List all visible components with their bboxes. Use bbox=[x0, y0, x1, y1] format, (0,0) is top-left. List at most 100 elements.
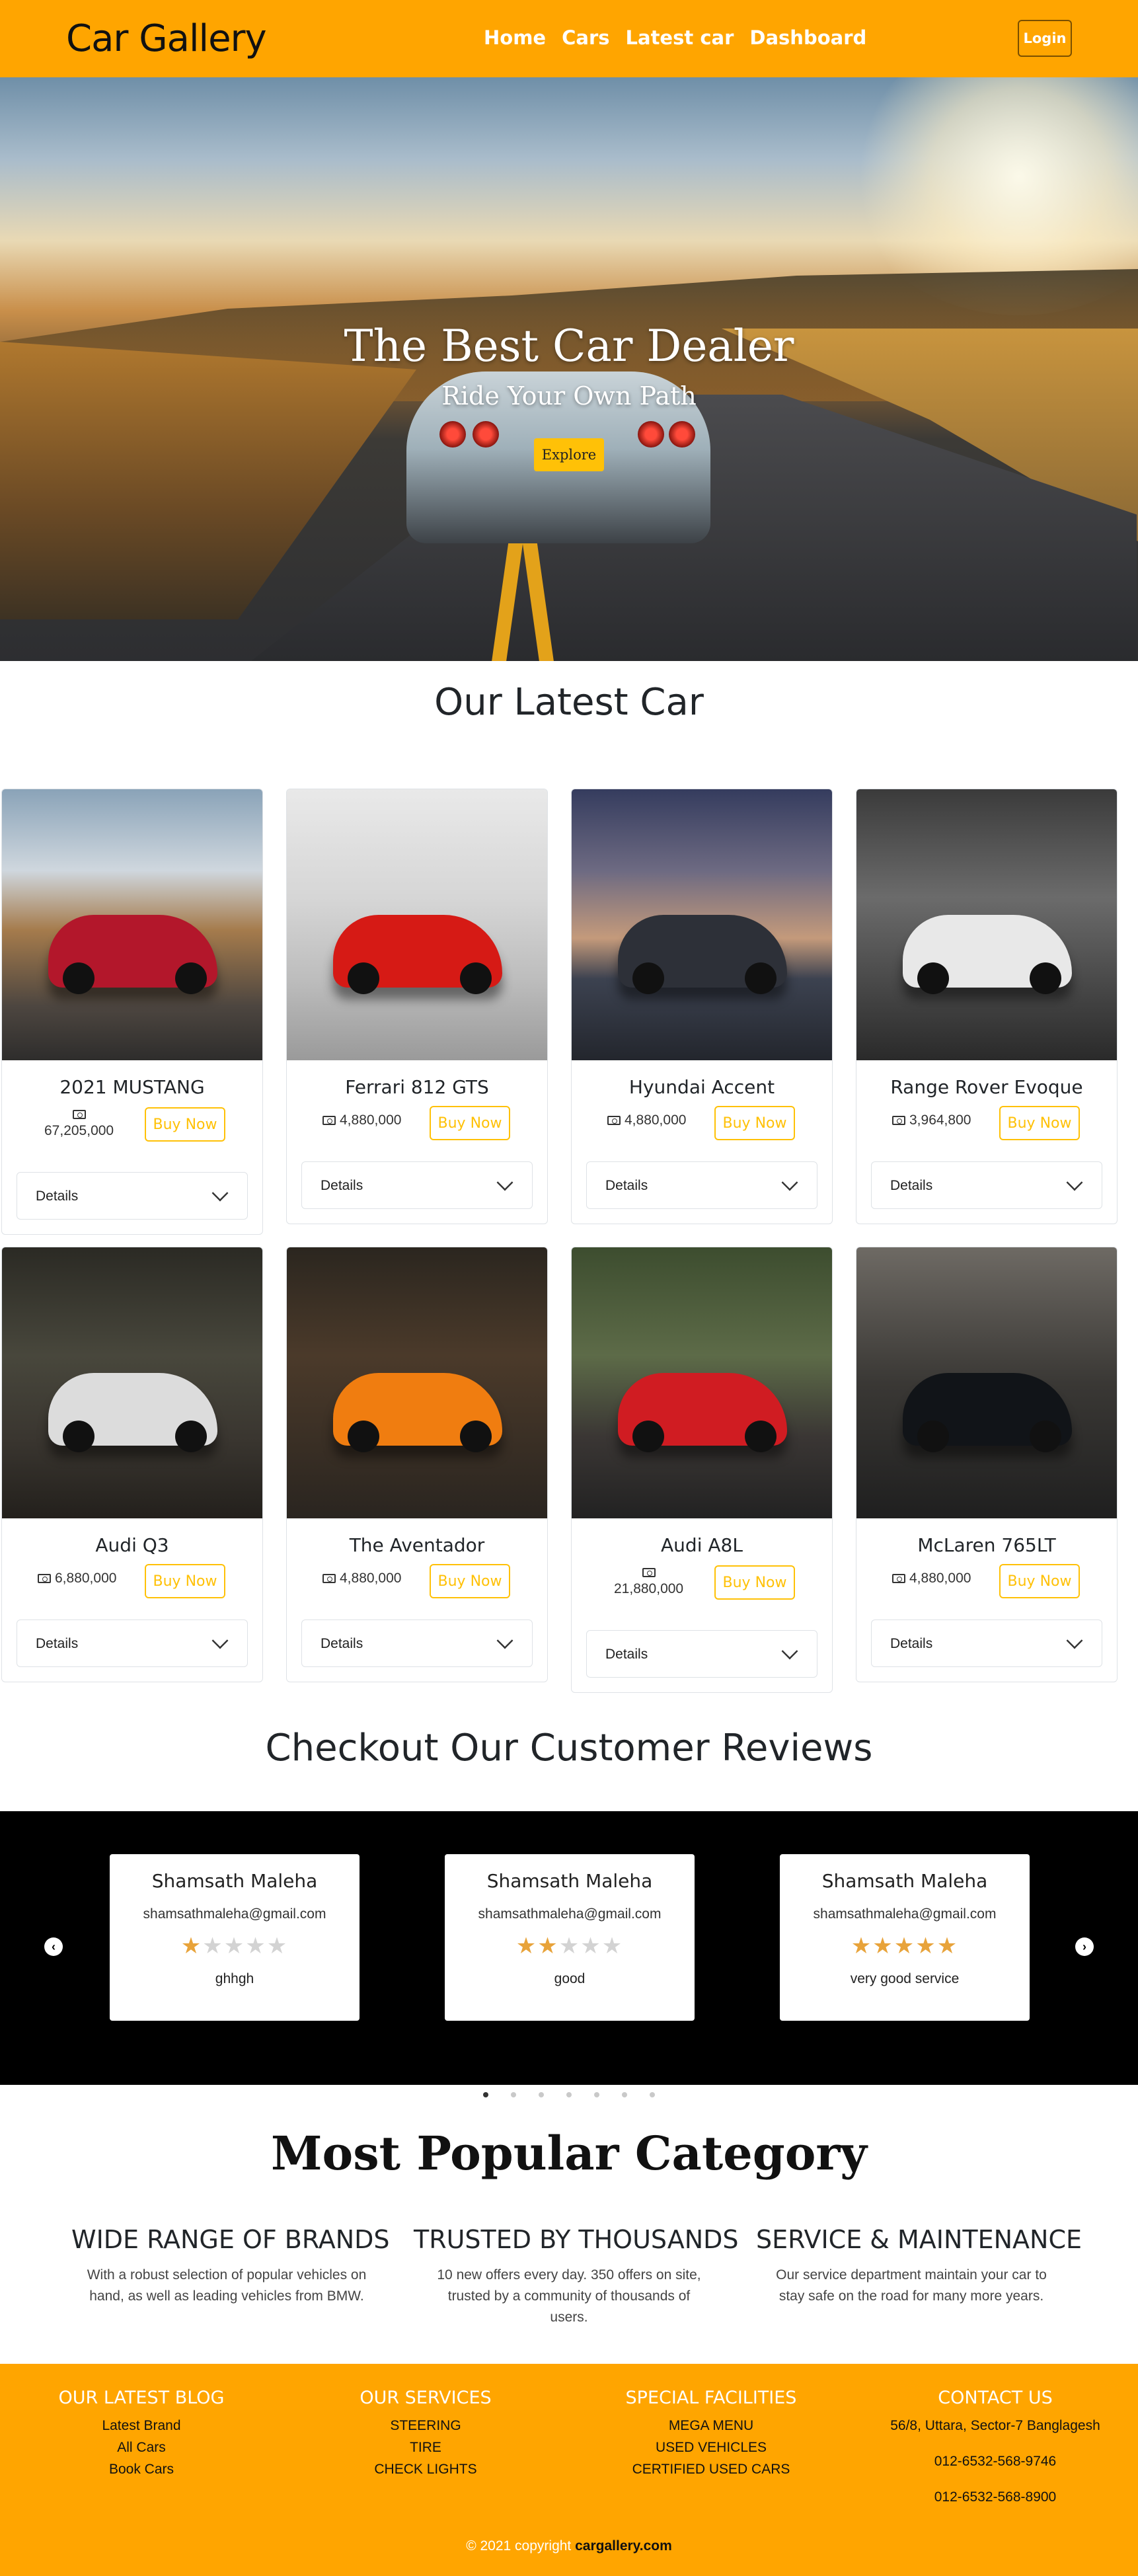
rating-stars: ★★★★★ bbox=[445, 1933, 695, 1959]
buy-now-button[interactable]: Buy Now bbox=[430, 1106, 510, 1140]
footer-link[interactable]: Book Cars bbox=[3, 2458, 280, 2480]
money-icon bbox=[642, 1568, 656, 1577]
footer-link[interactable]: All Cars bbox=[3, 2437, 280, 2458]
category-service: SERVICE & MAINTENANCE Our service depart… bbox=[756, 2225, 1082, 2307]
star-icon: ★ bbox=[872, 1933, 894, 1959]
buy-now-button[interactable]: Buy Now bbox=[714, 1565, 795, 1600]
car-image bbox=[2, 1247, 262, 1518]
car-wheel bbox=[745, 962, 777, 994]
car-price: 21,880,000 bbox=[614, 1568, 683, 1597]
nav-latest-car[interactable]: Latest car bbox=[626, 26, 734, 49]
car-card-body: Hyundai Accent 4,880,000 Buy Now Details bbox=[572, 1060, 832, 1209]
buy-now-button[interactable]: Buy Now bbox=[145, 1107, 225, 1142]
footer-link[interactable]: Latest Brand bbox=[3, 2415, 280, 2437]
footer-facilities: SPECIAL FACILITIES MEGA MENU USED VEHICL… bbox=[572, 2388, 850, 2480]
car-wheel bbox=[63, 962, 95, 994]
copyright: © 2021 copyright cargallery.com bbox=[0, 2538, 1138, 2554]
car-card: Range Rover Evoque 3,964,800 Buy Now Det… bbox=[856, 789, 1118, 1224]
latest-car-title: Our Latest Car bbox=[434, 681, 704, 724]
nav-home[interactable]: Home bbox=[484, 26, 546, 49]
star-icon: ★ bbox=[851, 1933, 873, 1959]
chevron-down-icon bbox=[1066, 1632, 1083, 1649]
car-image bbox=[287, 789, 547, 1060]
buy-now-button[interactable]: Buy Now bbox=[999, 1564, 1080, 1598]
contact-phone: 012-6532-568-8900 bbox=[934, 2489, 1057, 2505]
buy-now-button[interactable]: Buy Now bbox=[430, 1564, 510, 1598]
copyright-site-link[interactable]: cargallery.com bbox=[575, 2538, 672, 2554]
car-name: Ferrari 812 GTS bbox=[345, 1076, 489, 1098]
car-price-value: 6,880,000 bbox=[55, 1571, 117, 1586]
car-price: 4,880,000 bbox=[322, 1112, 401, 1128]
car-wheel bbox=[175, 962, 207, 994]
car-name: Range Rover Evoque bbox=[890, 1076, 1083, 1098]
reviews-carousel: ‹ › Shamsath Maleha shamsathmaleha@gmail… bbox=[0, 1811, 1138, 2085]
car-image bbox=[572, 1247, 832, 1518]
details-dropdown[interactable]: Details bbox=[301, 1620, 533, 1667]
car-wheel bbox=[175, 1421, 207, 1452]
car-image bbox=[572, 789, 832, 1060]
car-card: Ferrari 812 GTS 4,880,000 Buy Now Detail… bbox=[286, 789, 548, 1224]
details-dropdown[interactable]: Details bbox=[586, 1630, 817, 1678]
star-icon: ★ bbox=[601, 1933, 624, 1959]
details-label: Details bbox=[890, 1636, 933, 1651]
details-dropdown[interactable]: Details bbox=[586, 1161, 817, 1209]
carousel-dot[interactable] bbox=[566, 2092, 572, 2097]
review-card: Shamsath Maleha shamsathmaleha@gmail.com… bbox=[780, 1854, 1030, 2021]
car-wheel bbox=[460, 962, 492, 994]
star-icon: ★ bbox=[936, 1933, 959, 1959]
details-dropdown[interactable]: Details bbox=[871, 1161, 1102, 1209]
carousel-dot[interactable] bbox=[483, 2092, 488, 2097]
login-button[interactable]: Login bbox=[1018, 20, 1072, 57]
footer-link[interactable]: CHECK LIGHTS bbox=[287, 2458, 564, 2480]
footer-link[interactable]: CERTIFIED USED CARS bbox=[572, 2458, 850, 2480]
buy-now-button[interactable]: Buy Now bbox=[999, 1106, 1080, 1140]
footer-link[interactable]: TIRE bbox=[287, 2437, 564, 2458]
copyright-text: © 2021 copyright bbox=[466, 2538, 572, 2554]
carousel-dot[interactable] bbox=[511, 2092, 516, 2097]
carousel-dot[interactable] bbox=[539, 2092, 544, 2097]
car-price-row: 3,964,800 Buy Now bbox=[856, 1106, 1117, 1150]
details-label: Details bbox=[321, 1178, 363, 1193]
details-dropdown[interactable]: Details bbox=[17, 1620, 248, 1667]
footer-link[interactable]: STEERING bbox=[287, 2415, 564, 2437]
details-label: Details bbox=[36, 1636, 79, 1651]
footer-heading: OUR SERVICES bbox=[360, 2388, 492, 2408]
carousel-indicators bbox=[0, 2092, 1138, 2097]
buy-now-button[interactable]: Buy Now bbox=[145, 1564, 225, 1598]
car-wheel bbox=[1030, 962, 1061, 994]
star-icon: ★ bbox=[266, 1933, 289, 1959]
nav-cars[interactable]: Cars bbox=[562, 26, 609, 49]
money-icon bbox=[892, 1574, 905, 1583]
car-price-row: 4,880,000 Buy Now bbox=[572, 1106, 832, 1150]
footer-link[interactable]: USED VEHICLES bbox=[572, 2437, 850, 2458]
chevron-down-icon bbox=[1066, 1174, 1083, 1191]
car-card: Audi A8L 21,880,000 Buy Now Details bbox=[571, 1247, 833, 1693]
details-label: Details bbox=[890, 1178, 933, 1193]
carousel-next-arrow-icon[interactable]: › bbox=[1075, 1937, 1094, 1956]
hero-car-taillight bbox=[638, 421, 664, 448]
carousel-dot[interactable] bbox=[594, 2092, 599, 2097]
car-price-value: 21,880,000 bbox=[614, 1581, 684, 1596]
footer-services: OUR SERVICES STEERING TIRE CHECK LIGHTS bbox=[287, 2388, 564, 2480]
money-icon bbox=[892, 1116, 905, 1125]
details-dropdown[interactable]: Details bbox=[17, 1172, 248, 1220]
details-label: Details bbox=[36, 1189, 79, 1204]
nav-links: Home Cars Latest car Dashboard bbox=[484, 26, 882, 49]
car-price-row: 67,205,000 Buy Now bbox=[2, 1107, 262, 1160]
details-dropdown[interactable]: Details bbox=[301, 1161, 533, 1209]
carousel-dot[interactable] bbox=[650, 2092, 655, 2097]
hero-banner: The Best Car Dealer Ride Your Own Path E… bbox=[0, 77, 1138, 661]
buy-now-button[interactable]: Buy Now bbox=[714, 1106, 795, 1140]
nav-dashboard[interactable]: Dashboard bbox=[749, 26, 866, 49]
carousel-dot[interactable] bbox=[622, 2092, 627, 2097]
star-icon: ★ bbox=[893, 1933, 916, 1959]
brand-logo[interactable]: Car Gallery bbox=[66, 17, 267, 60]
details-dropdown[interactable]: Details bbox=[871, 1620, 1102, 1667]
carousel-prev-arrow-icon[interactable]: ‹ bbox=[44, 1937, 63, 1956]
footer-link[interactable]: MEGA MENU bbox=[572, 2415, 850, 2437]
car-wheel bbox=[1030, 1421, 1061, 1452]
star-icon: ★ bbox=[202, 1933, 224, 1959]
reviewer-email: shamsathmaleha@gmail.com bbox=[813, 1906, 997, 1922]
money-icon bbox=[38, 1574, 51, 1583]
explore-button[interactable]: Explore bbox=[534, 438, 604, 471]
